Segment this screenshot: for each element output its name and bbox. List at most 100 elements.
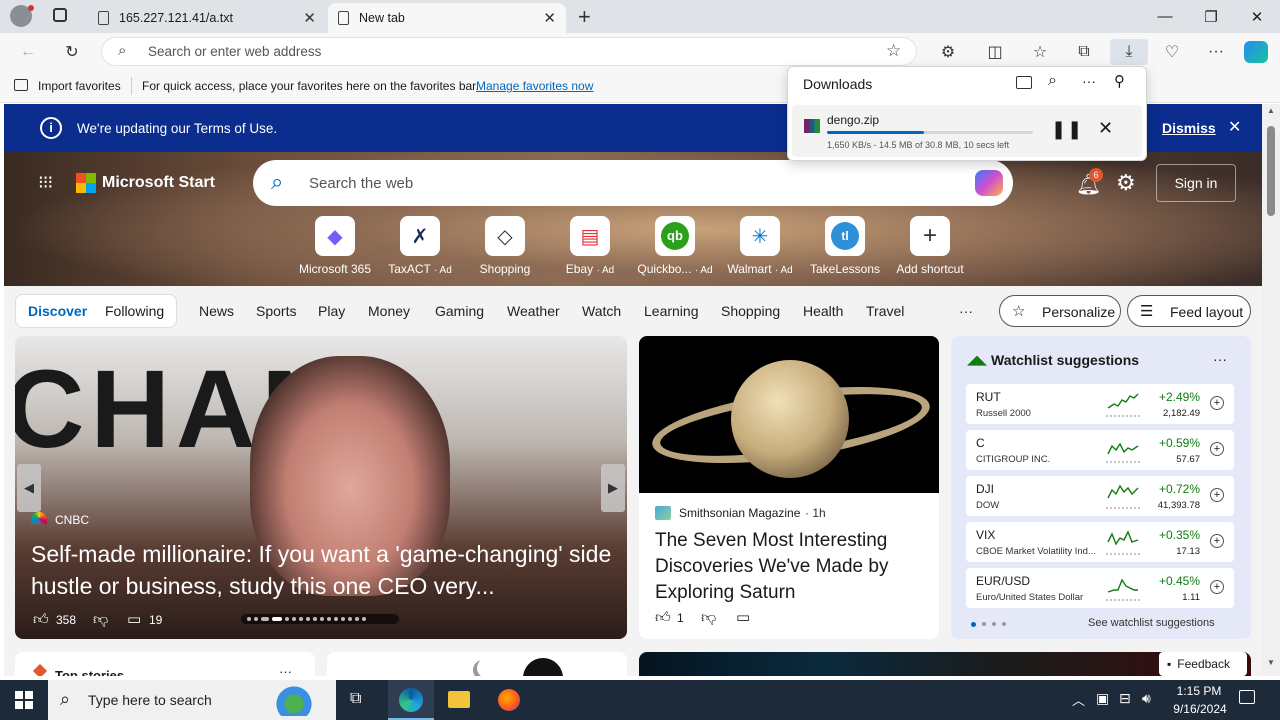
nav-news[interactable]: News [199, 303, 234, 319]
task-view-icon[interactable]: ⧉ [350, 690, 361, 708]
dislike-icon[interactable]: 👎︎ [701, 609, 716, 627]
watchlist-row[interactable]: RUT Russell 2000 +2.49% 2,182.49 + [966, 384, 1234, 424]
watchlist-row[interactable]: VIX CBOE Market Volatility Ind... +0.35%… [966, 522, 1234, 562]
hero-story-card[interactable]: CHAM ◀ ▶ CNBC Self-made millionaire: If … [15, 336, 627, 639]
nav-weather[interactable]: Weather [507, 303, 560, 319]
apps-grid-icon[interactable]: ⁝⁝⁝ [38, 172, 53, 193]
notification-center-icon[interactable] [1239, 690, 1255, 704]
tab-discover[interactable]: Discover [28, 303, 87, 319]
close-banner-icon[interactable]: ✕ [1228, 117, 1241, 137]
copilot-search-icon[interactable] [975, 170, 1003, 196]
network-icon[interactable]: ⊟ [1119, 690, 1131, 707]
close-tab-icon[interactable]: ✕ [543, 9, 556, 27]
volume-icon[interactable]: 🔊︎ [1142, 690, 1151, 707]
saturn-story-card[interactable]: Smithsonian Magazine · 1h The Seven Most… [639, 336, 939, 639]
extensions-icon[interactable]: ⚙ [934, 39, 962, 65]
shortcut-ebay[interactable]: ▤ Ebay · Ad [550, 216, 630, 276]
nav-play[interactable]: Play [318, 303, 345, 319]
scroll-thumb[interactable] [1267, 126, 1275, 216]
search-downloads-icon[interactable]: ⌕ [1048, 72, 1057, 90]
more-menu-icon[interactable]: ··· [1202, 39, 1230, 65]
open-folder-icon[interactable] [1016, 76, 1032, 89]
import-favorites-button[interactable]: Import favorites [38, 79, 121, 93]
tab-actions-icon[interactable] [53, 8, 67, 22]
nav-health[interactable]: Health [803, 303, 843, 319]
shortcut-quickbooks[interactable]: qb Quickbo... · Ad [635, 216, 715, 276]
cancel-download-icon[interactable]: ✕ [1098, 118, 1113, 139]
watchlist-more-icon[interactable]: ··· [1213, 351, 1227, 367]
see-watchlist-link[interactable]: See watchlist suggestions [1088, 617, 1215, 629]
browser-essentials-icon[interactable]: ♡ [1158, 39, 1186, 65]
clock-time[interactable]: 1:15 PM [1174, 684, 1224, 698]
refresh-icon[interactable]: ↻ [58, 39, 86, 65]
sign-in-button[interactable]: Sign in [1156, 164, 1236, 202]
shortcut-takelessons[interactable]: tl TakeLessons [805, 216, 885, 276]
tab-a-txt[interactable]: 165.227.121.41/a.txt ✕ [88, 3, 326, 33]
top-stories-more-icon[interactable]: ··· [279, 664, 292, 676]
watchlist-row[interactable]: C CITIGROUP INC. +0.59% 57.67 + [966, 430, 1234, 470]
manage-favorites-link[interactable]: Manage favorites now [476, 79, 593, 93]
tab-new-tab[interactable]: New tab ✕ [328, 3, 566, 33]
feedback-button[interactable]: ▪ Feedback [1159, 652, 1247, 676]
story-headline[interactable]: Self-made millionaire: If you want a 'ga… [31, 538, 616, 602]
like-icon[interactable]: 👍︎ [655, 609, 671, 627]
microsoft-start-brand[interactable]: Microsoft Start [102, 174, 215, 192]
device-icon[interactable]: ▣ [1096, 690, 1109, 707]
file-explorer-icon[interactable] [448, 691, 470, 708]
add-to-watchlist-icon[interactable]: + [1210, 580, 1224, 594]
split-screen-icon[interactable]: ◫ [981, 39, 1009, 65]
watchlist-row[interactable]: DJI DOW +0.72% 41,393.78 + [966, 476, 1234, 516]
add-to-watchlist-icon[interactable]: + [1210, 534, 1224, 548]
web-search-box[interactable]: ⌕ Search the web [253, 160, 1013, 206]
like-icon[interactable]: 👍︎ [33, 611, 49, 629]
pause-icon[interactable]: ❚❚ [1051, 119, 1083, 140]
nav-more-icon[interactable]: ··· [959, 303, 973, 319]
nav-watch[interactable]: Watch [582, 303, 621, 319]
nav-sports[interactable]: Sports [256, 303, 296, 319]
shortcut-walmart[interactable]: ✳ Walmart · Ad [720, 216, 800, 276]
favorites-icon[interactable]: ☆ [1026, 39, 1054, 65]
shortcut-shopping[interactable]: ◇ Shopping [465, 216, 545, 276]
prev-arrow-button[interactable]: ◀ [17, 464, 41, 512]
shortcut-microsoft-365[interactable]: ◆ Microsoft 365 [295, 216, 375, 276]
downloads-more-icon[interactable]: ··· [1082, 73, 1096, 89]
page-scrollbar[interactable]: ▲ ▼ [1262, 104, 1280, 676]
watchlist-row[interactable]: EUR/USD Euro/United States Dollar +0.45%… [966, 568, 1234, 608]
story-headline[interactable]: The Seven Most Interesting Discoveries W… [655, 528, 925, 606]
carousel-dots[interactable] [241, 614, 399, 624]
nav-gaming[interactable]: Gaming [435, 303, 484, 319]
next-arrow-button[interactable]: ▶ [601, 464, 625, 512]
collections-icon[interactable]: ⧉ [1070, 39, 1098, 65]
nav-money[interactable]: Money [368, 303, 410, 319]
settings-gear-icon[interactable]: ⚙ [1116, 170, 1136, 196]
moon-card[interactable] [327, 652, 627, 676]
shortcut-taxact[interactable]: ✗ TaxACT · Ad [380, 216, 460, 276]
show-hidden-icons-icon[interactable]: ︿ [1072, 690, 1085, 709]
new-tab-icon[interactable]: + [578, 4, 591, 30]
scroll-down-icon[interactable]: ▼ [1267, 658, 1275, 667]
feed-layout-button[interactable]: ☰ Feed layout [1127, 295, 1251, 327]
shortcut-add[interactable]: + Add shortcut [890, 216, 970, 276]
maximize-icon[interactable]: ❐ [1188, 0, 1234, 33]
taskbar-search-box[interactable]: ⌕ Type here to search [48, 680, 336, 720]
close-tab-icon[interactable]: ✕ [303, 9, 316, 27]
pin-icon[interactable]: ⚲ [1114, 72, 1125, 90]
dislike-icon[interactable]: 👎︎ [93, 611, 108, 629]
add-to-watchlist-icon[interactable]: + [1210, 396, 1224, 410]
nav-learning[interactable]: Learning [644, 303, 699, 319]
comment-icon[interactable]: ▭ [127, 610, 141, 628]
comment-icon[interactable]: ▭ [736, 608, 750, 626]
tab-following[interactable]: Following [105, 303, 164, 319]
firefox-icon[interactable] [498, 689, 520, 711]
windows-start-icon[interactable] [15, 691, 33, 709]
clock-date[interactable]: 9/16/2024 [1168, 702, 1232, 716]
tech-story-card[interactable]: ▪ Feedback [639, 652, 1251, 676]
minimize-icon[interactable]: — [1142, 0, 1188, 33]
favorite-star-icon[interactable]: ☆ [886, 41, 901, 61]
address-bar[interactable]: ⌕ Search or enter web address ☆ [101, 37, 917, 66]
downloads-icon[interactable]: ⤓ [1110, 39, 1148, 65]
scroll-up-icon[interactable]: ▲ [1267, 106, 1275, 115]
add-to-watchlist-icon[interactable]: + [1210, 488, 1224, 502]
back-icon[interactable]: ← [14, 39, 42, 65]
personalize-button[interactable]: ☆ Personalize [999, 295, 1121, 327]
